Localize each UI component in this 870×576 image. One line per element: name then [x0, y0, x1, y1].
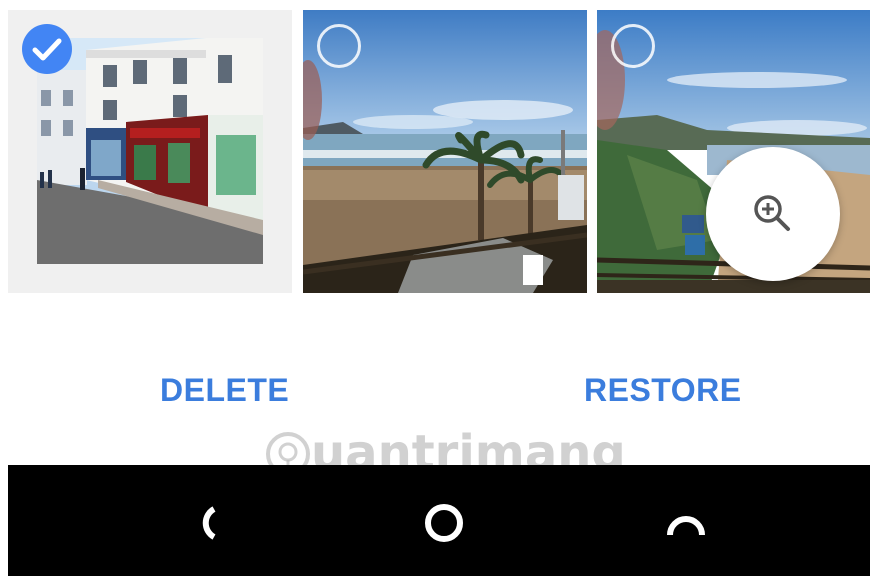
recents-icon[interactable] [664, 511, 708, 541]
selected-checkmark-icon[interactable] [22, 24, 72, 74]
zoom-in-icon [754, 195, 790, 231]
back-icon[interactable] [186, 503, 226, 543]
select-circle-icon[interactable] [611, 24, 655, 68]
delete-button[interactable]: DELETE [160, 372, 289, 409]
zoom-in-button[interactable] [706, 147, 840, 281]
system-navigation-bar [8, 465, 870, 576]
photo-thumbnail-street[interactable] [8, 10, 292, 293]
select-circle-icon[interactable] [317, 24, 361, 68]
restore-button[interactable]: RESTORE [584, 372, 742, 409]
home-icon[interactable] [422, 501, 466, 545]
photo-thumbnail-beach[interactable] [303, 10, 587, 293]
